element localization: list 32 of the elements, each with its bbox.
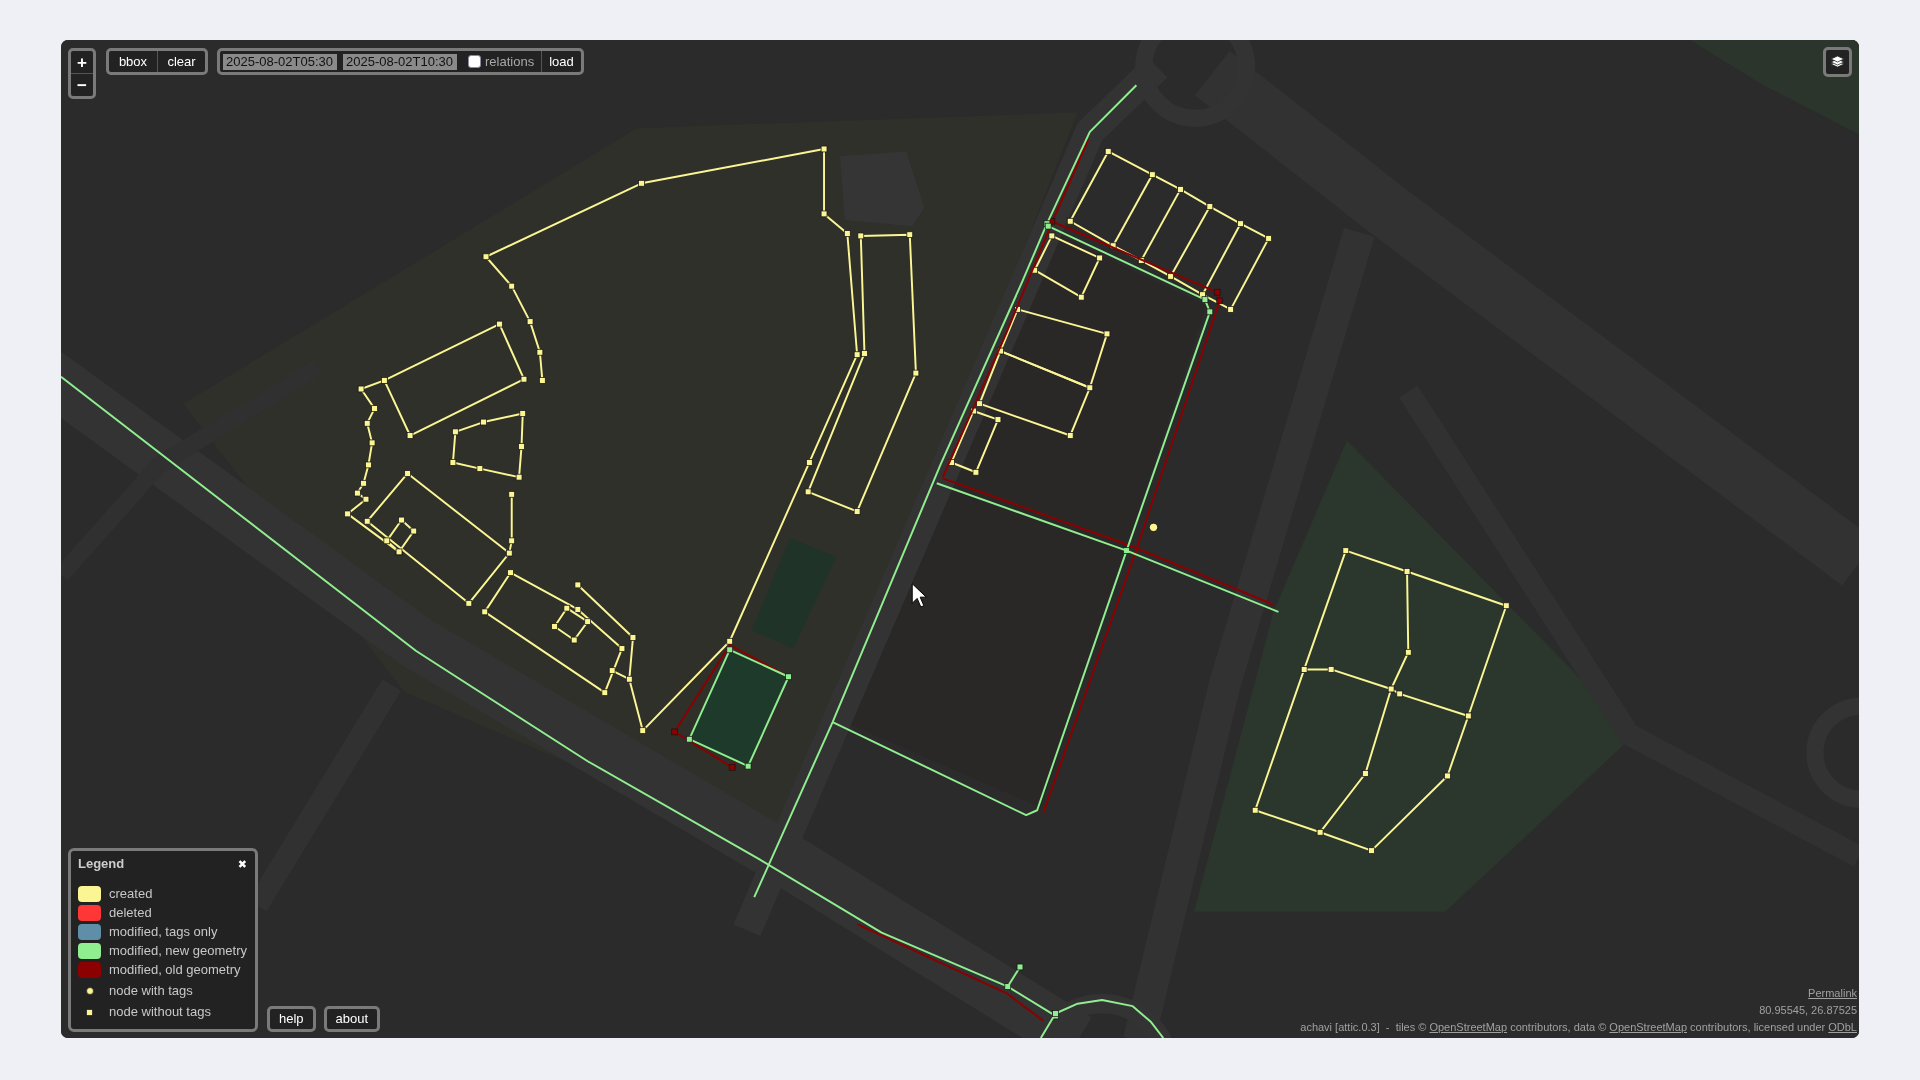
permalink-link[interactable]: Permalink [1808,985,1857,1002]
attribution-link[interactable]: OpenStreetMap [1429,1021,1508,1033]
legend-title: Legend [78,855,125,874]
relations-checkbox[interactable] [468,55,481,68]
node-marker [1148,522,1159,532]
attribution-text: achavi [attic.0.3] - tiles © OpenStreetMap contributors, data © OpenStreetMap contributors, licensed under ODbL [1300,1020,1857,1035]
zoom-out-button[interactable]: − [71,73,93,96]
load-button[interactable]: load [541,51,581,72]
zoom-in-button[interactable]: + [71,51,93,73]
start-time-field[interactable]: 2025-08-02T05:30 [223,53,337,70]
node-square-icon [86,1008,93,1016]
legend-label: modified, new geometry [109,942,247,961]
layers-button[interactable] [1823,47,1852,77]
legend-label: created [109,885,153,904]
legend-label: modified, old geometry [109,961,241,980]
about-button[interactable]: about [323,1006,381,1032]
close-button[interactable]: ✖ [237,858,247,870]
mouse-pointer-icon [911,583,927,608]
help-button[interactable]: help [267,1006,316,1032]
coordinates-text: 80.95545, 26.87525 [1759,1003,1857,1018]
bbox-button[interactable]: bbox [109,51,157,72]
end-time-field[interactable]: 2025-08-02T10:30 [343,53,457,70]
legend-label: node without tags [109,1003,211,1022]
clear-button[interactable]: clear [157,51,205,72]
layers-icon [1830,55,1845,69]
node-dot-icon [85,987,94,995]
legend-label: deleted [109,904,152,923]
attribution-link[interactable]: OpenStreetMap [1609,1021,1687,1033]
legend-label: modified, tags only [109,923,218,942]
relations-label: relations [485,52,535,71]
legend-label: node with tags [109,982,193,1001]
attribution-link[interactable]: ODbL [1828,1021,1857,1033]
